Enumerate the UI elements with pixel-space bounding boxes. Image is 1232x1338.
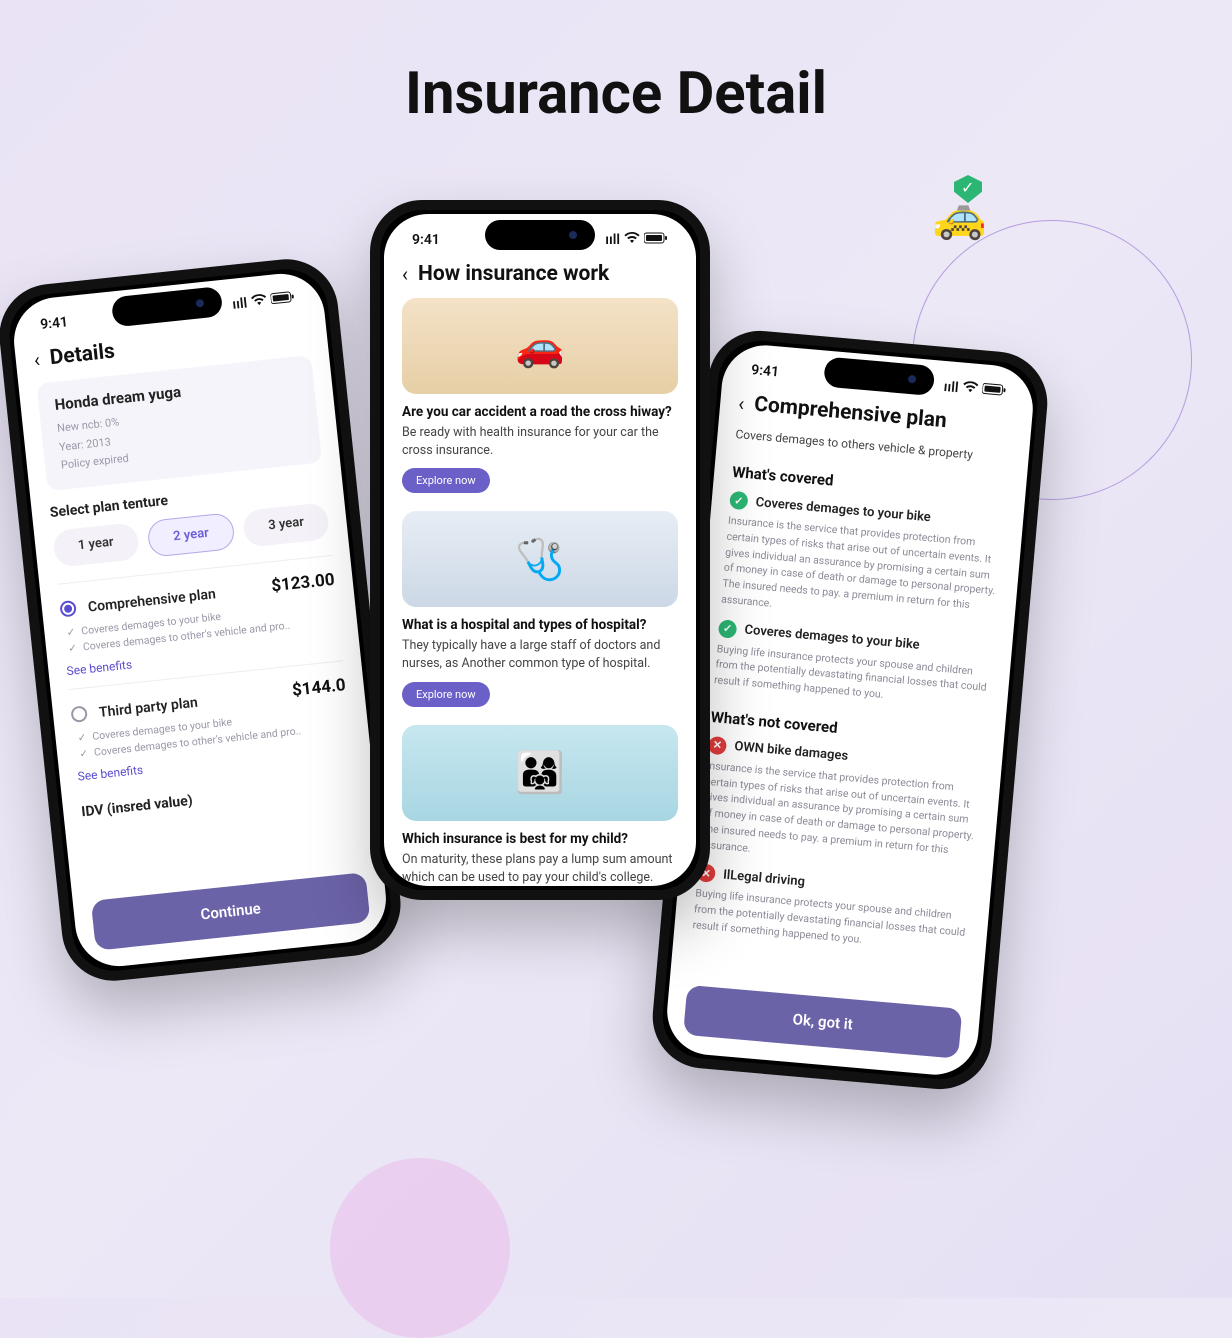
back-icon[interactable]: ‹ bbox=[402, 262, 408, 286]
check-circle-icon: ✓ bbox=[729, 491, 749, 511]
covered-body: Insurance is the service that provides p… bbox=[720, 513, 1003, 631]
x-circle-icon: ✕ bbox=[708, 736, 728, 756]
status-time: 9:41 bbox=[412, 232, 440, 248]
notcovered-item: ✕ IlLegal driving Buying life insurance … bbox=[692, 864, 973, 957]
back-icon[interactable]: ‹ bbox=[737, 391, 745, 415]
signal-icon: ııll bbox=[605, 232, 620, 248]
article-title: Which insurance is best for my child? bbox=[402, 831, 678, 847]
tenure-2year[interactable]: 2 year bbox=[146, 512, 236, 558]
radio-icon[interactable] bbox=[59, 600, 77, 618]
article-image: 🩺 bbox=[402, 511, 678, 607]
status-time: 9:41 bbox=[39, 314, 68, 333]
article-body: On maturity, these plans pay a lump sum … bbox=[402, 851, 678, 887]
explore-button[interactable]: Explore now bbox=[402, 682, 490, 707]
tenure-3year[interactable]: 3 year bbox=[242, 502, 330, 548]
article-image: 👨‍👩‍👧 bbox=[402, 725, 678, 821]
signal-icon: ııll bbox=[232, 295, 248, 312]
article-title: Are you car accident a road the cross hi… bbox=[402, 404, 678, 420]
phone-notch bbox=[485, 220, 595, 250]
phone-details: 9:41 ııll ‹ Details Honda dream yuga New… bbox=[0, 254, 406, 986]
wifi-icon bbox=[624, 232, 640, 248]
battery-icon bbox=[982, 382, 1007, 400]
check-icon: ✓ bbox=[79, 747, 89, 761]
article-card[interactable]: 👨‍👩‍👧 Which insurance is best for my chi… bbox=[402, 725, 678, 887]
plan-price: $123.00 bbox=[270, 570, 335, 597]
decor-circle bbox=[330, 1158, 510, 1338]
radio-icon[interactable] bbox=[70, 706, 88, 724]
ok-button[interactable]: Ok, got it bbox=[683, 985, 962, 1059]
check-icon: ✓ bbox=[77, 731, 87, 745]
check-icon: ✓ bbox=[68, 641, 78, 655]
signal-icon: ııll bbox=[943, 379, 959, 396]
see-benefits-link[interactable]: See benefits bbox=[66, 657, 133, 678]
car-icon: 🚕 bbox=[932, 190, 987, 242]
covered-item: ✓ Coveres demages to your bike Insurance… bbox=[720, 491, 1005, 631]
plan-name: Comprehensive plan bbox=[87, 586, 216, 615]
vehicle-card: Honda dream yuga New ncb: 0% Year: 2013 … bbox=[36, 355, 322, 491]
battery-icon bbox=[644, 232, 668, 248]
covered-item: ✓ Coveres demages to your bike Buying li… bbox=[713, 619, 994, 712]
status-icons: ııll bbox=[605, 232, 668, 248]
see-benefits-link[interactable]: See benefits bbox=[77, 763, 144, 784]
screen-title: How insurance work bbox=[418, 262, 609, 286]
check-icon: ✓ bbox=[66, 625, 76, 639]
article-title: What is a hospital and types of hospital… bbox=[402, 617, 678, 633]
article-card[interactable]: 🩺 What is a hospital and types of hospit… bbox=[402, 511, 678, 706]
battery-icon bbox=[270, 290, 296, 308]
back-icon[interactable]: ‹ bbox=[33, 347, 41, 371]
article-card[interactable]: 🚗 Are you car accident a road the cross … bbox=[402, 298, 678, 493]
continue-button[interactable]: Continue bbox=[91, 872, 371, 951]
wifi-icon bbox=[962, 381, 979, 398]
article-body: Be ready with health insurance for your … bbox=[402, 424, 678, 460]
plan-price: $144.0 bbox=[291, 675, 346, 701]
status-icons: ııll bbox=[943, 379, 1007, 400]
notcovered-item: ✕ OWN bike damages Insurance is the serv… bbox=[699, 736, 984, 876]
tenure-1year[interactable]: 1 year bbox=[52, 522, 140, 568]
explore-button[interactable]: Explore now bbox=[402, 468, 490, 493]
plan-name: Third party plan bbox=[98, 694, 198, 720]
article-image: 🚗 bbox=[402, 298, 678, 394]
wifi-icon bbox=[250, 293, 268, 311]
notcovered-title: IlLegal driving bbox=[722, 867, 805, 889]
page-title: Insurance Detail bbox=[0, 60, 1232, 128]
status-time: 9:41 bbox=[751, 362, 780, 380]
notcovered-body: Insurance is the service that provides p… bbox=[699, 757, 982, 875]
check-circle-icon: ✓ bbox=[718, 619, 738, 639]
status-icons: ııll bbox=[232, 290, 296, 312]
phone-articles: 9:41 ııll ‹ How insurance work 🚗 Are you… bbox=[370, 200, 710, 900]
article-body: They typically have a large staff of doc… bbox=[402, 637, 678, 673]
